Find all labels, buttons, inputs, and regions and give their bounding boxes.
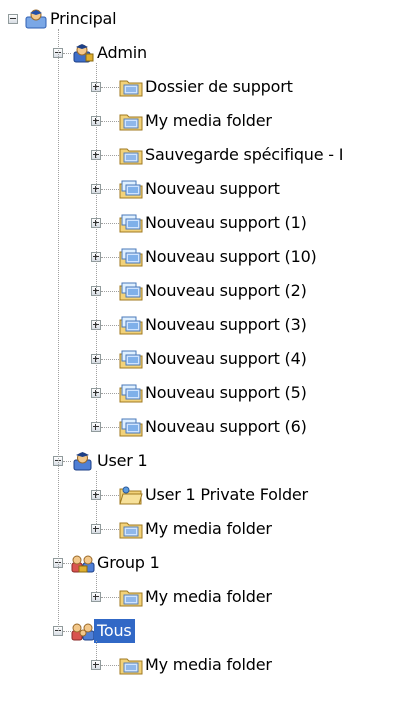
tree-node-label: Tous: [94, 619, 135, 643]
expand-toggle[interactable]: [91, 660, 101, 670]
tree-node-group[interactable]: Group 1: [0, 546, 397, 580]
tree-node-label: User 1 Private Folder: [145, 485, 308, 504]
tree-node-label: Nouveau support (3): [145, 315, 307, 334]
expand-toggle[interactable]: [91, 422, 101, 432]
media-stack-icon: [119, 383, 143, 403]
tree-node-folder[interactable]: My media folder: [0, 580, 397, 614]
tree-node-label: My media folder: [145, 111, 272, 130]
user-group-blue-icon: [24, 9, 48, 29]
expand-toggle[interactable]: [91, 592, 101, 602]
tree-node-label: My media folder: [145, 587, 272, 606]
tree-node-folder[interactable]: Nouveau support: [0, 172, 397, 206]
tree-node-folder[interactable]: User 1 Private Folder: [0, 478, 397, 512]
tree-node-label: Admin: [97, 43, 147, 62]
tree-node-label: Nouveau support (6): [145, 417, 307, 436]
media-stack-icon: [119, 417, 143, 437]
tree-node-label: Nouveau support (1): [145, 213, 307, 232]
media-folder-icon: [119, 587, 143, 607]
media-stack-icon: [119, 247, 143, 267]
tree-node-label: Sauvegarde spécifique - I: [145, 145, 344, 164]
tree-connector-line: [96, 471, 97, 524]
tree-node-label: Nouveau support (5): [145, 383, 307, 402]
tree-node-label: Principal: [50, 9, 117, 28]
tree-connector-line: [58, 29, 59, 631]
expand-toggle[interactable]: [91, 524, 101, 534]
media-stack-icon: [119, 281, 143, 301]
tree-node-folder[interactable]: Nouveau support (6): [0, 410, 397, 444]
media-folder-icon: [119, 77, 143, 97]
tree-node-group[interactable]: Admin: [0, 36, 397, 70]
tree-node-group[interactable]: User 1: [0, 444, 397, 478]
tree-node-folder[interactable]: Nouveau support (4): [0, 342, 397, 376]
media-folder-icon: [119, 145, 143, 165]
tree-node-group[interactable]: Tous: [0, 614, 397, 648]
tree-node-folder[interactable]: My media folder: [0, 104, 397, 138]
media-folder-icon: [119, 111, 143, 131]
media-stack-icon: [119, 349, 143, 369]
media-stack-icon: [119, 213, 143, 233]
collapse-toggle[interactable]: [8, 14, 18, 24]
tree-node-label: Nouveau support: [145, 179, 280, 198]
tree-connector-line: [96, 63, 97, 422]
tree-node-folder[interactable]: Nouveau support (10): [0, 240, 397, 274]
tree-node-folder[interactable]: My media folder: [0, 648, 397, 682]
tree-connector-line: [96, 573, 97, 592]
tree-node-folder[interactable]: My media folder: [0, 512, 397, 546]
tree-node-label: Dossier de support: [145, 77, 293, 96]
tree-node-label: Group 1: [97, 553, 160, 572]
tree-node-folder[interactable]: Nouveau support (3): [0, 308, 397, 342]
media-stack-icon: [119, 315, 143, 335]
group-icon: [71, 553, 95, 573]
tree-node-label: My media folder: [145, 519, 272, 538]
tree-node-label: User 1: [97, 451, 148, 470]
tree-node-folder[interactable]: Dossier de support: [0, 70, 397, 104]
tree-node-folder[interactable]: Sauvegarde spécifique - I: [0, 138, 397, 172]
tree-node-label: Nouveau support (2): [145, 281, 307, 300]
tree-node-label: Nouveau support (4): [145, 349, 307, 368]
tree-node-label: My media folder: [145, 655, 272, 674]
private-folder-icon: [119, 485, 143, 505]
tree-node-folder[interactable]: Nouveau support (2): [0, 274, 397, 308]
media-folder-icon: [119, 655, 143, 675]
user-icon: [71, 451, 95, 471]
everyone-group-icon: [71, 621, 95, 641]
tree-node-label: Nouveau support (10): [145, 247, 317, 266]
media-folder-icon: [119, 519, 143, 539]
tree-node-root[interactable]: Principal: [0, 2, 397, 36]
admin-user-icon: [71, 43, 95, 63]
tree-node-folder[interactable]: Nouveau support (5): [0, 376, 397, 410]
tree-connector-line: [96, 641, 97, 660]
media-stack-icon: [119, 179, 143, 199]
tree-view[interactable]: Principal Admin Dossier de support My me…: [0, 0, 397, 722]
tree-node-folder[interactable]: Nouveau support (1): [0, 206, 397, 240]
